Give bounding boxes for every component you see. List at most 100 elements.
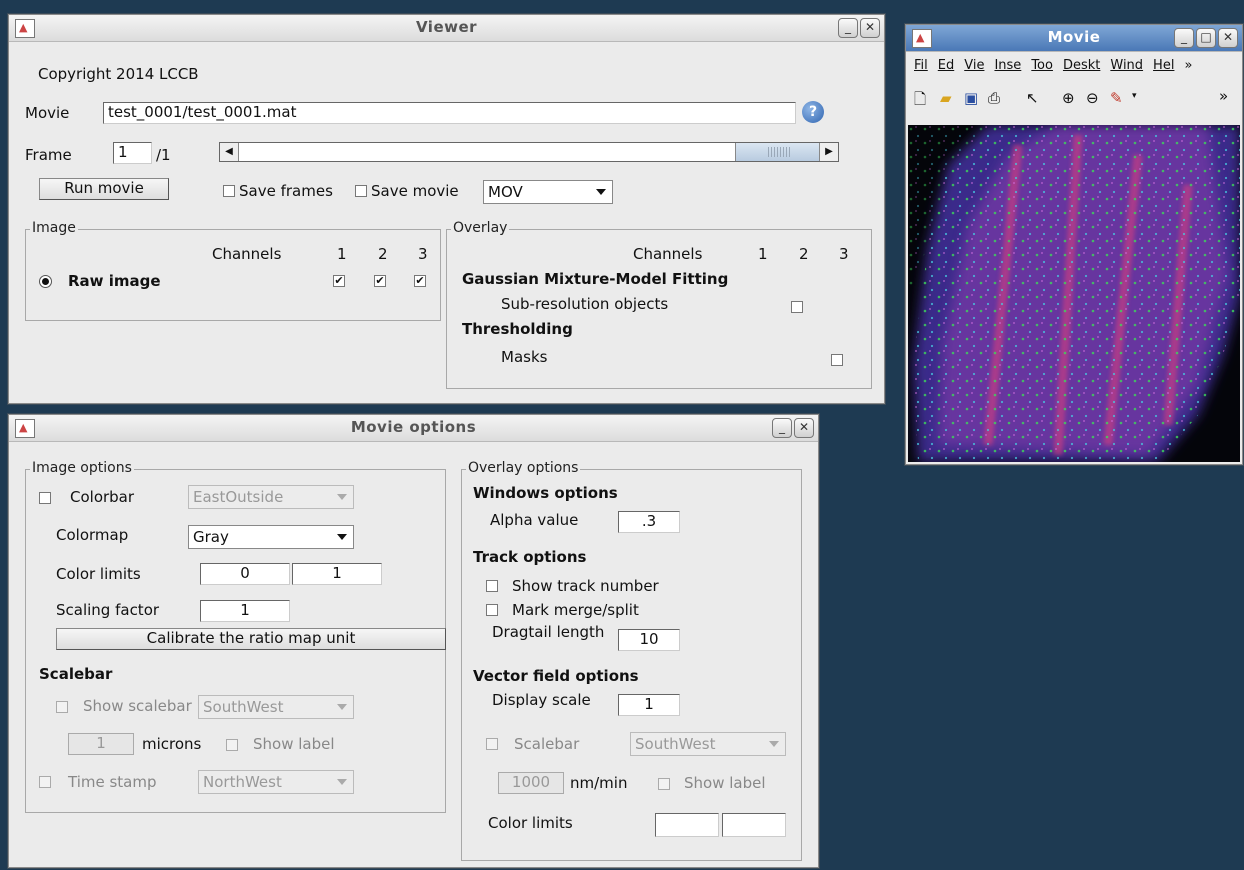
chevron-down-icon[interactable]: ▾ <box>1132 91 1137 101</box>
image-channel-1: 1 <box>337 245 347 263</box>
minimize-icon[interactable]: _ <box>1174 28 1194 48</box>
new-figure-icon[interactable]: 🗋 <box>914 89 926 114</box>
zoom-in-icon[interactable]: ⊕ <box>1062 89 1075 107</box>
colorbar-location-select[interactable]: EastOutside <box>188 485 354 509</box>
menu-tools[interactable]: Too <box>1031 58 1053 73</box>
frame-input[interactable]: 1 <box>113 142 152 164</box>
menu-help[interactable]: Hel <box>1153 58 1174 73</box>
show-track-number-checkbox[interactable] <box>486 580 498 592</box>
masks-ch3-checkbox[interactable] <box>831 354 843 366</box>
movie-format-select[interactable]: MOV <box>483 180 613 204</box>
save-movie-label: Save movie <box>371 182 459 200</box>
vector-color-limits-label: Color limits <box>488 814 573 832</box>
image-channel-2: 2 <box>378 245 388 263</box>
image-show-label-text: Show label <box>253 735 335 753</box>
time-stamp-location-select[interactable]: NorthWest <box>198 770 354 794</box>
mark-merge-checkbox[interactable] <box>486 604 498 616</box>
image-show-label-checkbox[interactable] <box>226 739 238 751</box>
movie-titlebar[interactable]: ▲ Movie _ □ ✕ <box>906 25 1242 52</box>
options-title: Movie options <box>350 418 477 436</box>
movie-options-window: ▲ Movie options _ ✕ Image options Colorb… <box>8 414 819 868</box>
viewer-titlebar[interactable]: ▲ Viewer _ ✕ <box>9 15 884 42</box>
scalebar-location-select[interactable]: SouthWest <box>198 695 354 719</box>
movie-path-field[interactable]: test_0001/test_0001.mat <box>103 102 796 124</box>
alpha-input[interactable]: .3 <box>618 511 680 533</box>
slider-thumb[interactable] <box>735 143 820 161</box>
save-frames-checkbox[interactable] <box>223 185 235 197</box>
frame-total: /1 <box>156 146 171 164</box>
slider-right-arrow[interactable]: ▶ <box>819 143 838 161</box>
minimize-icon[interactable]: _ <box>772 418 792 438</box>
masks-label: Masks <box>501 348 548 366</box>
overlay-channel-1: 1 <box>758 245 768 263</box>
save-movie-checkbox[interactable] <box>355 185 367 197</box>
scaling-factor-input[interactable]: 1 <box>200 600 290 622</box>
colormap-value: Gray <box>193 528 229 546</box>
menu-desktop[interactable]: Deskt <box>1063 58 1100 73</box>
raw-image-radio[interactable] <box>39 275 52 288</box>
close-icon[interactable]: ✕ <box>1218 28 1238 48</box>
raw-image-ch3-checkbox[interactable]: ✔ <box>414 275 426 287</box>
menu-edit[interactable]: Ed <box>938 58 954 73</box>
minimize-icon[interactable]: _ <box>838 18 858 38</box>
overlay-channel-3: 3 <box>839 245 849 263</box>
movie-window: ▲ Movie _ □ ✕ Fil Ed Vie Inse Too Deskt Wind He… <box>905 24 1243 465</box>
subres-ch2-checkbox[interactable] <box>791 301 803 313</box>
colorbar-label: Colorbar <box>70 488 135 506</box>
brush-icon[interactable]: ✎ <box>1110 89 1123 107</box>
overlay-options-group: Overlay options Windows options Alpha va… <box>461 460 802 861</box>
vector-scalebar-checkbox[interactable] <box>486 738 498 750</box>
dragtail-input[interactable]: 10 <box>618 629 680 651</box>
colorbar-checkbox[interactable] <box>39 492 51 504</box>
subres-label: Sub-resolution objects <box>501 295 669 313</box>
menu-view[interactable]: Vie <box>964 58 984 73</box>
toolbar-more-icon[interactable]: » <box>1219 87 1228 105</box>
slider-left-arrow[interactable]: ◀ <box>220 143 239 161</box>
time-stamp-label: Time stamp <box>68 773 157 791</box>
vector-color-min-input[interactable] <box>655 813 719 837</box>
raw-image-ch1-checkbox[interactable]: ✔ <box>333 275 345 287</box>
open-folder-icon[interactable]: ▰ <box>940 89 952 107</box>
colormap-label: Colormap <box>56 526 129 544</box>
save-icon[interactable]: ▣ <box>964 89 978 107</box>
color-min-input[interactable]: 0 <box>200 563 290 585</box>
time-stamp-checkbox[interactable] <box>39 776 51 788</box>
windows-options-title: Windows options <box>473 484 618 502</box>
vector-show-label-text: Show label <box>684 774 766 792</box>
movie-image[interactable] <box>908 125 1240 462</box>
color-max-input[interactable]: 1 <box>292 563 382 585</box>
run-movie-button[interactable]: Run movie <box>39 178 169 200</box>
overlay-options-title: Overlay options <box>466 460 581 476</box>
vector-show-label-checkbox[interactable] <box>658 778 670 790</box>
image-group: Image Channels 1 2 3 Raw image ✔ ✔ ✔ <box>25 220 441 321</box>
print-icon[interactable]: ⎙ <box>988 89 1000 107</box>
raw-image-ch2-checkbox[interactable]: ✔ <box>374 275 386 287</box>
help-icon[interactable]: ? <box>802 101 824 123</box>
display-scale-input[interactable]: 1 <box>618 694 680 716</box>
image-channels-label: Channels <box>212 245 282 263</box>
image-options-group: Image options Colorbar EastOutside Color… <box>25 460 446 813</box>
zoom-out-icon[interactable]: ⊖ <box>1086 89 1099 107</box>
maximize-icon[interactable]: □ <box>1196 28 1216 48</box>
menu-window[interactable]: Wind <box>1110 58 1143 73</box>
frame-slider[interactable]: ◀ ▶ <box>219 142 839 162</box>
image-channel-3: 3 <box>418 245 428 263</box>
vector-scalebar-input[interactable]: 1000 <box>498 772 564 794</box>
menu-insert[interactable]: Inse <box>994 58 1021 73</box>
options-titlebar[interactable]: ▲ Movie options _ ✕ <box>9 415 818 442</box>
show-track-number-label: Show track number <box>512 577 659 595</box>
scalebar-length-input[interactable]: 1 <box>68 733 134 755</box>
show-scalebar-checkbox[interactable] <box>56 701 68 713</box>
colormap-select[interactable]: Gray <box>188 525 354 549</box>
microns-label: microns <box>142 735 202 753</box>
vector-scalebar-location-select[interactable]: SouthWest <box>630 732 786 756</box>
menu-file[interactable]: Fil <box>914 58 928 73</box>
close-icon[interactable]: ✕ <box>860 18 880 38</box>
menu-more-icon[interactable]: » <box>1184 58 1192 73</box>
track-options-title: Track options <box>473 548 587 566</box>
vector-color-max-input[interactable] <box>722 813 786 837</box>
vector-unit-label: nm/min <box>570 774 628 792</box>
calibrate-button[interactable]: Calibrate the ratio map unit <box>56 628 446 650</box>
pointer-icon[interactable]: ↖ <box>1026 89 1039 107</box>
close-icon[interactable]: ✕ <box>794 418 814 438</box>
